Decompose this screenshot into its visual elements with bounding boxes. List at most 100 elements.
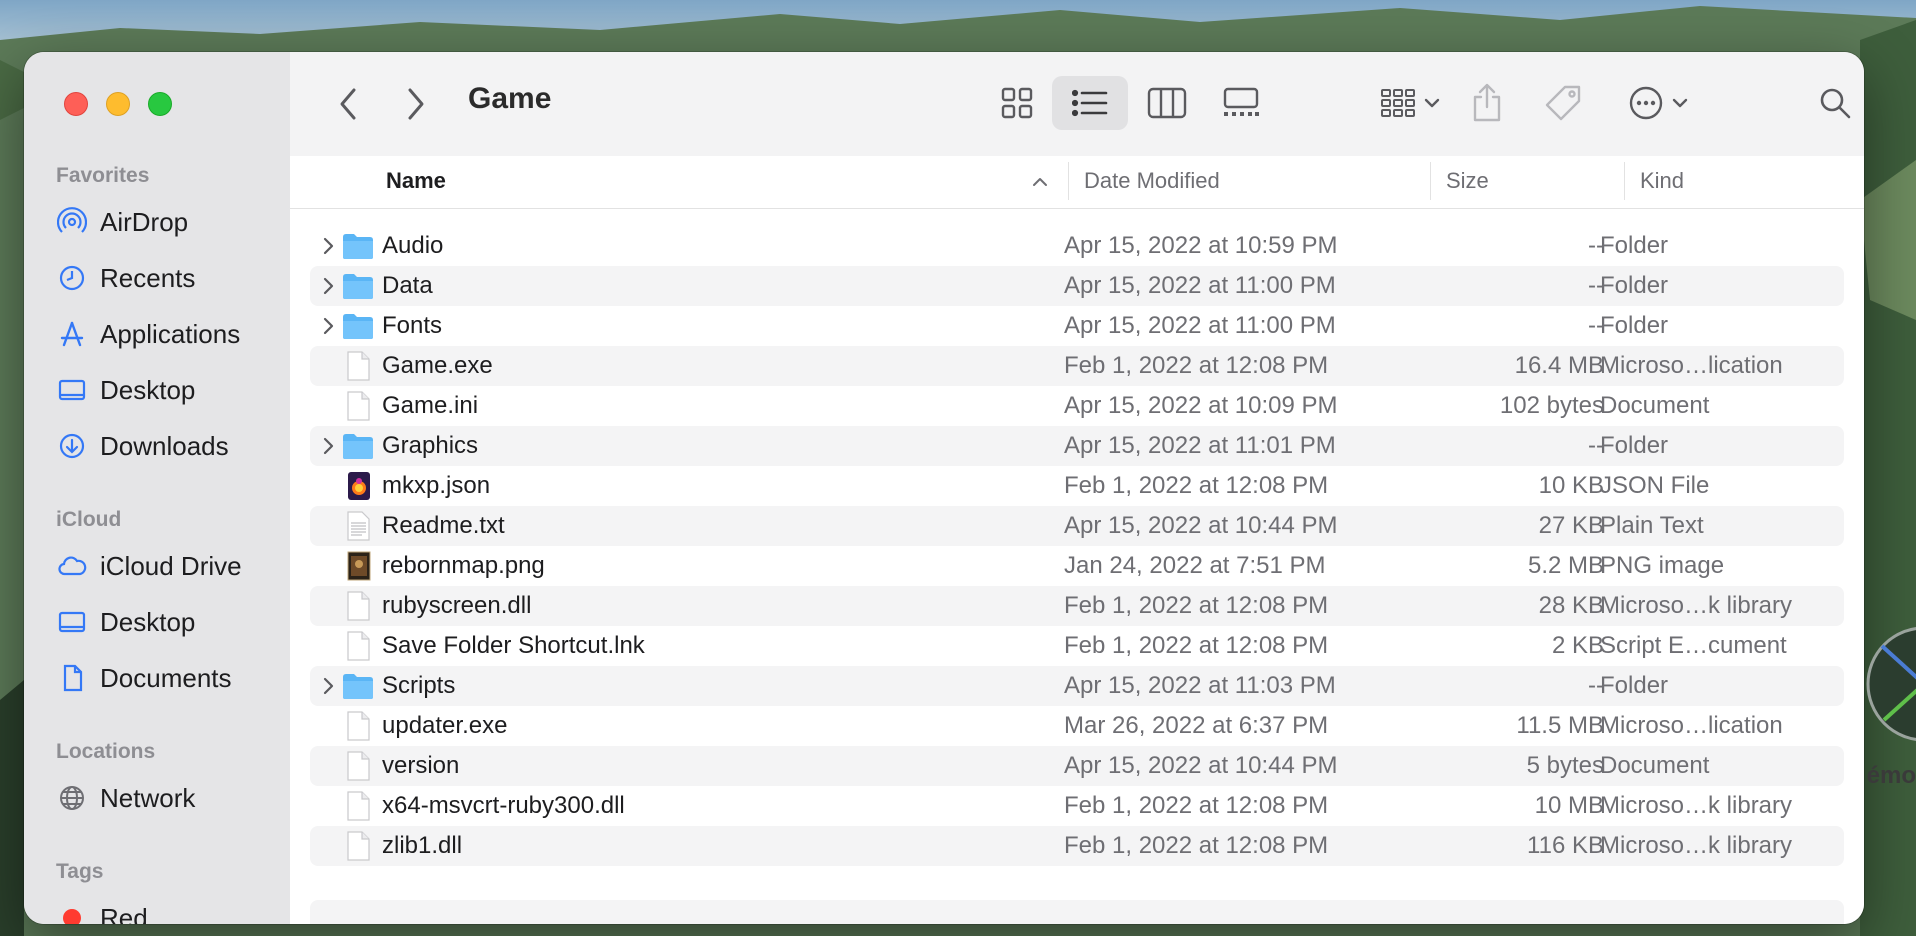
file-icon <box>342 791 374 821</box>
downloads-icon <box>56 430 88 462</box>
file-date-modified: Feb 1, 2022 at 12:08 PM <box>1064 592 1329 619</box>
gallery-view-button[interactable] <box>1212 78 1270 128</box>
file-date-modified: Feb 1, 2022 at 12:08 PM <box>1064 472 1329 499</box>
sidebar-item-icloud-drive[interactable]: iCloud Drive <box>56 546 242 586</box>
file-row[interactable]: zlib1.dll Feb 1, 2022 at 12:08 PM 116 KB Mi… <box>310 826 1844 866</box>
clock-widget-icon <box>1866 627 1916 741</box>
sidebar-item-applications[interactable]: Applications <box>56 314 240 354</box>
sidebar-item-recents[interactable]: Recents <box>56 258 195 298</box>
minimize-button[interactable] <box>106 92 130 116</box>
disclosure-chevron-icon[interactable] <box>316 234 340 258</box>
file-size: 10 MB <box>1534 792 1604 819</box>
folder-icon <box>342 671 374 701</box>
sidebar-item-airdrop[interactable]: AirDrop <box>56 202 188 242</box>
column-header-size[interactable]: Size <box>1446 168 1489 194</box>
clock-icon <box>56 262 88 294</box>
file-icon <box>342 831 374 861</box>
sidebar-section-favorites: Favorites <box>56 164 150 187</box>
list-view-button[interactable] <box>1052 76 1128 130</box>
file-kind: Folder <box>1600 312 1669 339</box>
gallery-icon <box>1223 87 1259 116</box>
forward-button[interactable] <box>396 82 436 126</box>
file-row[interactable]: Readme.txt Apr 15, 2022 at 10:44 PM 27 KB P… <box>310 506 1844 546</box>
search-button[interactable] <box>1810 76 1860 130</box>
file-row[interactable]: Audio Apr 15, 2022 at 10:59 PM -- Folder <box>310 226 1844 266</box>
sidebar-item-tag-red[interactable]: Red <box>56 898 148 924</box>
file-name: Graphics <box>382 432 479 459</box>
window-title: Game <box>468 82 552 115</box>
column-divider <box>1624 162 1625 200</box>
file-size: 16.4 MB <box>1514 352 1604 379</box>
file-row[interactable]: rebornmap.png Jan 24, 2022 at 7:51 PM 5.2 … <box>310 546 1844 586</box>
sidebar-item-downloads[interactable]: Downloads <box>56 426 229 466</box>
icon-view-button[interactable] <box>988 78 1046 128</box>
sidebar-item-documents[interactable]: Documents <box>56 658 232 698</box>
finder-window: Favorites AirDrop Recents Applications D… <box>24 52 1864 924</box>
file-row[interactable]: Graphics Apr 15, 2022 at 11:01 PM -- Folder <box>310 426 1844 466</box>
file-row[interactable]: rubyscreen.dll Feb 1, 2022 at 12:08 PM 28 … <box>310 586 1844 626</box>
disclosure-chevron-icon[interactable] <box>316 674 340 698</box>
file-row[interactable]: Fonts Apr 15, 2022 at 11:00 PM -- Folder <box>310 306 1844 346</box>
document-icon <box>56 662 88 694</box>
zoom-button[interactable] <box>148 92 172 116</box>
sidebar-item-icloud-desktop[interactable]: Desktop <box>56 602 195 642</box>
group-grid-icon <box>1381 89 1415 117</box>
sidebar-item-label: Desktop <box>100 374 196 405</box>
text-file-icon <box>342 511 374 541</box>
file-date-modified: Jan 24, 2022 at 7:51 PM <box>1064 552 1326 579</box>
column-header-date[interactable]: Date Modified <box>1084 168 1220 194</box>
disclosure-chevron-icon[interactable] <box>316 274 340 298</box>
share-button[interactable] <box>1462 76 1512 130</box>
column-header-kind[interactable]: Kind <box>1640 168 1684 194</box>
red-tag-dot <box>63 909 81 924</box>
file-name: Game.exe <box>382 352 493 379</box>
chevron-down-icon <box>1424 98 1440 108</box>
file-name: x64-msvcrt-ruby300.dll <box>382 792 625 819</box>
file-kind: Microso…k library <box>1600 592 1793 619</box>
file-row[interactable]: Scripts Apr 15, 2022 at 11:03 PM -- Folder <box>310 666 1844 706</box>
column-header-name[interactable]: Name <box>386 168 446 194</box>
sidebar-item-network[interactable]: Network <box>56 778 195 818</box>
file-kind: Script E…cument <box>1600 632 1787 659</box>
file-date-modified: Apr 15, 2022 at 11:00 PM <box>1064 312 1336 339</box>
file-icon <box>342 351 374 381</box>
group-by-button[interactable] <box>1372 78 1448 128</box>
file-date-modified: Apr 15, 2022 at 10:59 PM <box>1064 232 1338 259</box>
file-row[interactable]: Save Folder Shortcut.lnk Feb 1, 2022 at 1… <box>310 626 1844 666</box>
file-date-modified: Apr 15, 2022 at 10:44 PM <box>1064 512 1338 539</box>
back-button[interactable] <box>328 82 368 126</box>
tags-button[interactable] <box>1536 76 1590 130</box>
file-kind: Folder <box>1600 232 1669 259</box>
file-row[interactable]: Game.ini Apr 15, 2022 at 10:09 PM 102 byte… <box>310 386 1844 426</box>
action-menu-button[interactable] <box>1620 76 1696 130</box>
file-date-modified: Mar 26, 2022 at 6:37 PM <box>1064 712 1329 739</box>
sidebar-item-desktop[interactable]: Desktop <box>56 370 195 410</box>
desktop-icon <box>56 606 88 638</box>
sidebar-item-label: Red <box>100 902 148 925</box>
file-row[interactable]: Game.exe Feb 1, 2022 at 12:08 PM 16.4 MB Mi… <box>310 346 1844 386</box>
file-row[interactable]: x64-msvcrt-ruby300.dll Feb 1, 2022 at 12:… <box>310 786 1844 826</box>
close-button[interactable] <box>64 92 88 116</box>
window-controls <box>64 92 172 116</box>
sidebar-item-label: Applications <box>100 318 241 349</box>
chevron-down-icon <box>1672 98 1688 108</box>
sidebar-item-label: iCloud Drive <box>100 550 242 581</box>
disclosure-chevron-icon[interactable] <box>316 314 340 338</box>
file-icon <box>342 391 374 421</box>
file-icon <box>342 711 374 741</box>
sidebar-section-locations: Locations <box>56 740 156 763</box>
disclosure-chevron-icon[interactable] <box>316 434 340 458</box>
airdrop-icon <box>56 206 88 238</box>
folder-icon <box>342 271 374 301</box>
sidebar: Favorites AirDrop Recents Applications D… <box>24 52 291 924</box>
file-row[interactable]: Data Apr 15, 2022 at 11:00 PM -- Folder <box>310 266 1844 306</box>
file-row[interactable]: updater.exe Mar 26, 2022 at 6:37 PM 11.5 M… <box>310 706 1844 746</box>
ellipsis-circle-icon <box>1629 86 1663 120</box>
file-name: Data <box>382 272 433 299</box>
column-view-button[interactable] <box>1138 78 1196 128</box>
file-date-modified: Apr 15, 2022 at 11:00 PM <box>1064 272 1336 299</box>
share-icon <box>1473 83 1501 122</box>
file-row[interactable]: mkxp.json Feb 1, 2022 at 12:08 PM 10 KB JSO… <box>310 466 1844 506</box>
file-row[interactable]: version Apr 15, 2022 at 10:44 PM 5 bytes Do… <box>310 746 1844 786</box>
file-date-modified: Apr 15, 2022 at 10:44 PM <box>1064 752 1338 779</box>
